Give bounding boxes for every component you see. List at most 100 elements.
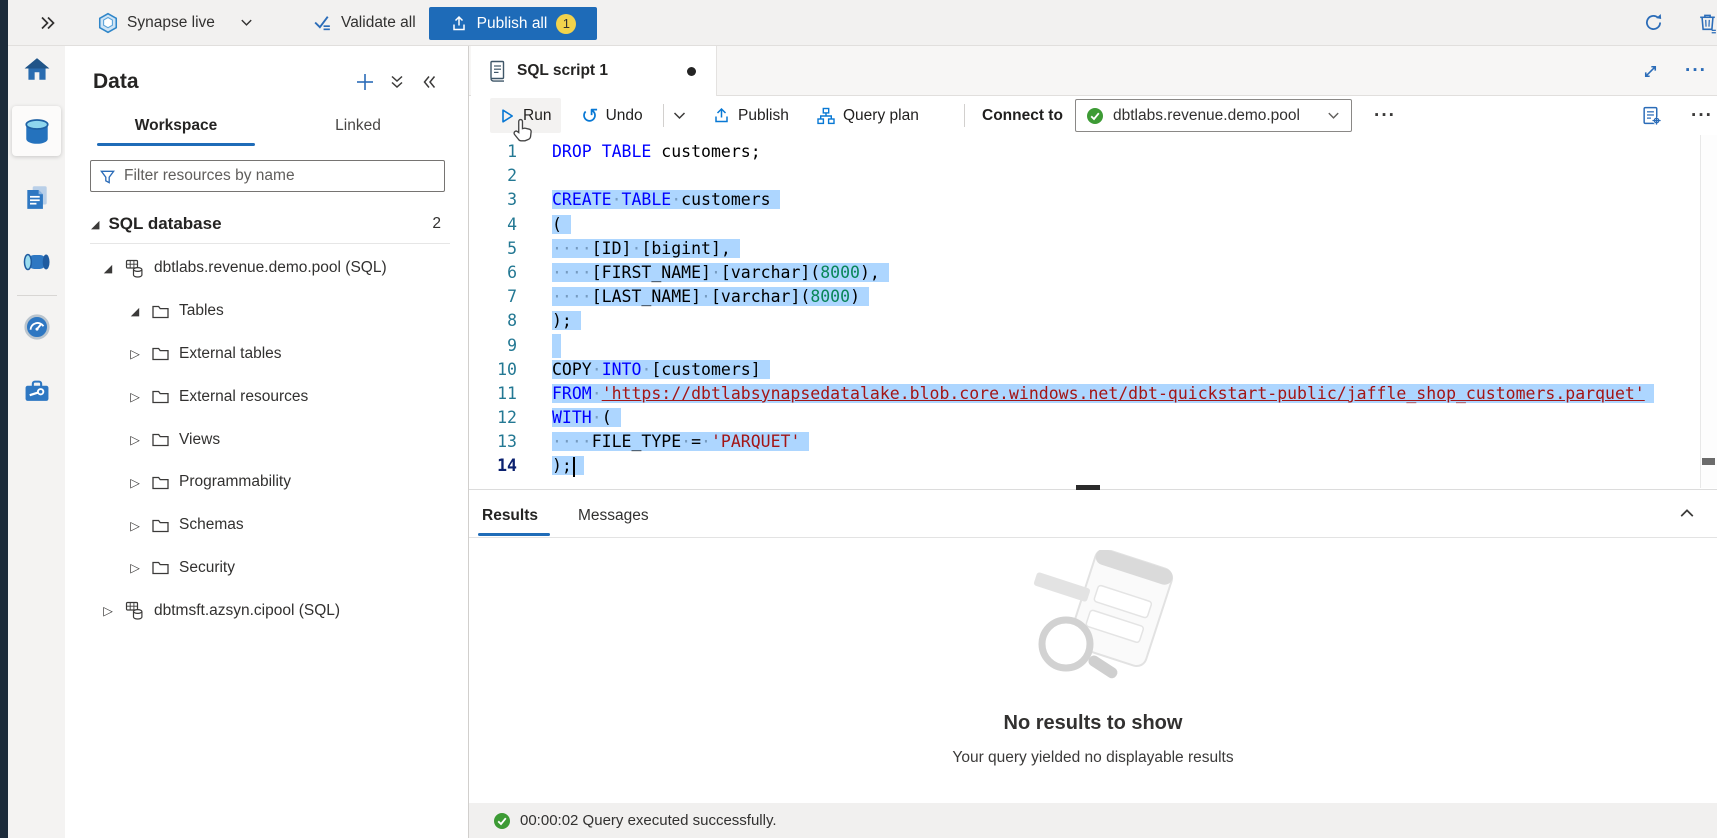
expand-icon[interactable]: ▷: [101, 603, 115, 618]
code-line-9[interactable]: 9: [469, 334, 1700, 358]
unsaved-changes-dot: [687, 67, 696, 76]
discard-all-button[interactable]: [1696, 0, 1717, 45]
sidebar-item-integrate[interactable]: [8, 236, 65, 288]
sql-code-editor[interactable]: 1DROP TABLE customers;23CREATE·TABLE·cus…: [469, 135, 1700, 488]
expand-toolbar-button[interactable]: [38, 0, 58, 45]
editor-tab-strip: SQL script 1 ···: [469, 46, 1717, 96]
tree-node-external-tables[interactable]: ▷External tables: [65, 333, 469, 376]
collapse-icon[interactable]: ◢: [128, 305, 142, 318]
tree-node-programmability[interactable]: ▷Programmability: [65, 461, 469, 504]
success-check-icon: [493, 812, 511, 830]
expand-icon[interactable]: ▷: [128, 475, 142, 490]
query-plan-button[interactable]: Query plan: [816, 96, 919, 135]
tree-node-tables[interactable]: ◢Tables: [65, 290, 469, 333]
tree-node-schemas[interactable]: ▷Schemas: [65, 504, 469, 547]
expand-editor-button[interactable]: [1641, 46, 1660, 96]
toolbar-more-actions-button[interactable]: ···: [1691, 96, 1713, 135]
code-line-14[interactable]: 14);: [469, 454, 1700, 478]
tree-node-security[interactable]: ▷Security: [65, 547, 469, 590]
query-plan-label: Query plan: [843, 107, 919, 125]
empty-state-subtitle: Your query yielded no displayable result…: [469, 749, 1717, 767]
code-line-2[interactable]: 2: [469, 164, 1700, 188]
run-button[interactable]: Run: [498, 96, 551, 135]
publish-button[interactable]: Publish: [712, 96, 789, 135]
refresh-button[interactable]: [1643, 0, 1664, 45]
code-line-4[interactable]: 4(: [469, 213, 1700, 237]
line-number: 1: [469, 140, 517, 164]
tree-node-external-resources[interactable]: ▷External resources: [65, 375, 469, 418]
line-number: 6: [469, 261, 517, 285]
expand-icon[interactable]: ▷: [128, 518, 142, 533]
properties-button[interactable]: [1641, 96, 1662, 135]
tab-sql-script-1[interactable]: SQL script 1: [471, 46, 717, 96]
tree-node-dbtlabs-revenue-demo-pool-sql[interactable]: ◢dbtlabs.revenue.demo.pool (SQL): [65, 247, 469, 290]
tree-root-label: SQL database: [108, 214, 221, 234]
expand-icon[interactable]: ▷: [128, 389, 142, 404]
expand-icon[interactable]: ▷: [128, 346, 142, 361]
tab-linked[interactable]: Linked: [267, 108, 449, 144]
tree-root-sql-database[interactable]: ◢ SQL database 2: [65, 205, 469, 243]
line-number: 5: [469, 237, 517, 261]
undo-label: Undo: [606, 107, 643, 125]
tab-results[interactable]: Results: [482, 498, 538, 534]
tree-root-count: 2: [432, 215, 441, 233]
mode-selector[interactable]: Synapse live: [97, 0, 254, 45]
expand-icon[interactable]: ▷: [128, 432, 142, 447]
double-chevron-right-icon: [38, 13, 58, 33]
tree-node-dbtmsft-azsyn-cipool-sql[interactable]: ▷dbtmsft.azsyn.cipool (SQL): [65, 589, 469, 632]
collapse-all-button[interactable]: [389, 74, 405, 90]
double-chevron-left-icon: [421, 74, 438, 90]
undo-button[interactable]: ↺ Undo: [581, 96, 643, 135]
undo-redo-dropdown-button[interactable]: [671, 96, 688, 135]
code-line-3[interactable]: 3CREATE·TABLE·customers: [469, 188, 1700, 212]
sidebar-item-manage[interactable]: [8, 365, 65, 417]
code-line-5[interactable]: 5····[ID]·[bigint],: [469, 237, 1700, 261]
collapse-icon[interactable]: ◢: [101, 262, 115, 275]
collapse-panel-button[interactable]: [421, 74, 438, 90]
manage-icon: [22, 378, 52, 404]
folder-icon: [151, 345, 170, 362]
play-icon: [498, 107, 516, 125]
code-line-7[interactable]: 7····[LAST_NAME]·[varchar](8000): [469, 285, 1700, 309]
pool-selector-value: dbtlabs.revenue.demo.pool: [1113, 107, 1317, 125]
tab-messages[interactable]: Messages: [578, 498, 649, 534]
connect-more-actions-button[interactable]: ···: [1374, 96, 1396, 135]
expand-icon[interactable]: ▷: [128, 560, 142, 575]
tab-more-actions-button[interactable]: ···: [1685, 46, 1707, 96]
code-line-6[interactable]: 6····[FIRST_NAME]·[varchar](8000),: [469, 261, 1700, 285]
monitor-icon: [23, 313, 51, 341]
publish-all-label: Publish all: [477, 15, 548, 33]
code-line-8[interactable]: 8);: [469, 309, 1700, 333]
validate-check-icon: [312, 12, 333, 33]
sidebar-item-monitor[interactable]: [8, 301, 65, 353]
results-panel: Results Messages No results to show: [469, 490, 1717, 803]
code-line-10[interactable]: 10COPY·INTO·[customers]: [469, 358, 1700, 382]
sidebar-item-data[interactable]: [8, 106, 65, 158]
properties-icon: [1641, 105, 1662, 126]
publish-all-button[interactable]: Publish all 1: [429, 7, 597, 40]
tab-workspace[interactable]: Workspace: [85, 108, 267, 144]
sidebar-item-develop[interactable]: [8, 171, 65, 223]
toolbar-separator: [964, 104, 965, 127]
sidebar-item-home[interactable]: [8, 43, 65, 95]
no-results-illustration: [998, 550, 1188, 700]
collapse-results-button[interactable]: [1677, 503, 1697, 523]
folder-icon: [151, 474, 170, 491]
line-number: 13: [469, 430, 517, 454]
double-chevron-down-icon: [389, 74, 405, 90]
tree-node-views[interactable]: ▷Views: [65, 418, 469, 461]
code-line-12[interactable]: 12WITH·(: [469, 406, 1700, 430]
filter-resources-input[interactable]: [124, 167, 436, 185]
collapse-icon[interactable]: ◢: [91, 218, 99, 231]
code-line-11[interactable]: 11FROM·'https://dbtlabsynapsedatalake.bl…: [469, 382, 1700, 406]
code-line-1[interactable]: 1DROP TABLE customers;: [469, 140, 1700, 164]
filter-resources-field[interactable]: [90, 160, 445, 192]
chevron-down-icon: [239, 15, 254, 30]
code-line-13[interactable]: 13····FILE_TYPE·=·'PARQUET': [469, 430, 1700, 454]
add-resource-button[interactable]: [355, 72, 375, 92]
validate-all-button[interactable]: Validate all: [312, 0, 416, 45]
line-number: 10: [469, 358, 517, 382]
pool-selector-dropdown[interactable]: dbtlabs.revenue.demo.pool: [1075, 99, 1352, 132]
editor-scrollbar[interactable]: [1700, 135, 1717, 488]
folder-icon: [151, 431, 170, 448]
